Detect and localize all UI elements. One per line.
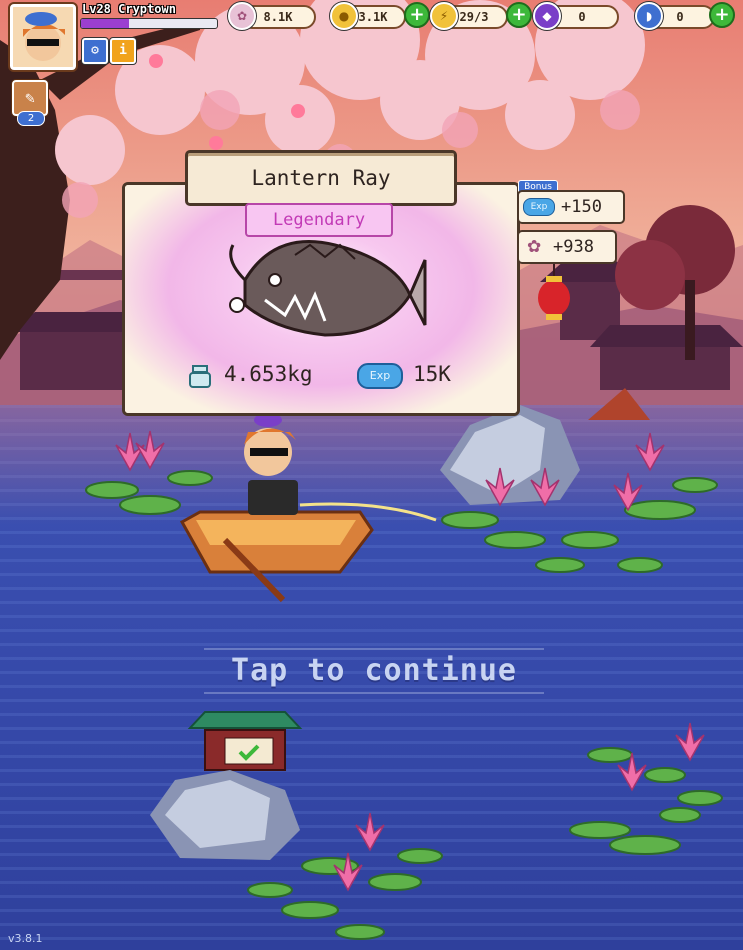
scale-icon bbox=[189, 365, 211, 388]
version-label: v3.8.1 bbox=[8, 932, 43, 945]
flower-icon: ✿ bbox=[527, 237, 542, 257]
fish-name-banner: Lantern Ray bbox=[185, 150, 457, 206]
bonus-blossom-box: ✿ +938 bbox=[517, 230, 617, 264]
bonus-exp-value: +150 bbox=[561, 197, 602, 217]
bonus-exp-box: Exp +150 bbox=[517, 190, 625, 224]
add-coins-button[interactable]: + bbox=[404, 2, 430, 28]
coin-amount: 3.1K bbox=[358, 10, 388, 24]
bonus-exp-tag: Exp bbox=[523, 198, 555, 216]
tap-to-continue-prompt[interactable]: Tap to continue bbox=[204, 648, 544, 694]
info-button[interactable]: i bbox=[110, 38, 136, 64]
player-level-name: Lv28 Cryptown bbox=[82, 2, 176, 16]
fish-token-amount: 0 bbox=[676, 10, 684, 24]
exp-reward: 15K bbox=[413, 362, 451, 386]
top-hud: Lv28 Cryptown ⚙ i 8.1K ✿ 3.1K ● + 29/3 ⚡… bbox=[0, 0, 743, 70]
bonus-blossom-value: +938 bbox=[553, 237, 594, 257]
add-fish-token-button[interactable]: + bbox=[709, 2, 735, 28]
lightning-icon: ⚡ bbox=[430, 2, 458, 30]
gem-icon: ◆ bbox=[533, 2, 561, 30]
energy-amount: 29/3 bbox=[459, 10, 489, 24]
fish-icon: ◗ bbox=[635, 2, 663, 30]
xp-progress-fill bbox=[81, 19, 129, 28]
add-energy-button[interactable]: + bbox=[506, 2, 532, 28]
collection-count-badge: 2 bbox=[17, 111, 45, 126]
flower-icon: ✿ bbox=[228, 2, 256, 30]
rarity-badge: Legendary bbox=[245, 203, 393, 237]
fish-weight: 4.653kg bbox=[224, 362, 313, 386]
xp-progress-bar bbox=[80, 18, 218, 29]
gear-icon: ⚙ bbox=[91, 43, 99, 58]
blossom-amount: 8.1K bbox=[263, 10, 293, 24]
game-scene[interactable]: Lv28 Cryptown ⚙ i 8.1K ✿ 3.1K ● + 29/3 ⚡… bbox=[0, 0, 743, 950]
info-icon: i bbox=[119, 43, 127, 58]
exp-tag: Exp bbox=[357, 363, 403, 389]
fish-name: Lantern Ray bbox=[251, 166, 391, 190]
settings-button[interactable]: ⚙ bbox=[82, 38, 108, 64]
player-avatar[interactable] bbox=[10, 4, 76, 70]
book-icon: ✎ bbox=[25, 88, 35, 107]
coin-icon: ● bbox=[330, 2, 358, 30]
lake-art bbox=[85, 388, 723, 940]
gem-amount: 0 bbox=[578, 10, 586, 24]
